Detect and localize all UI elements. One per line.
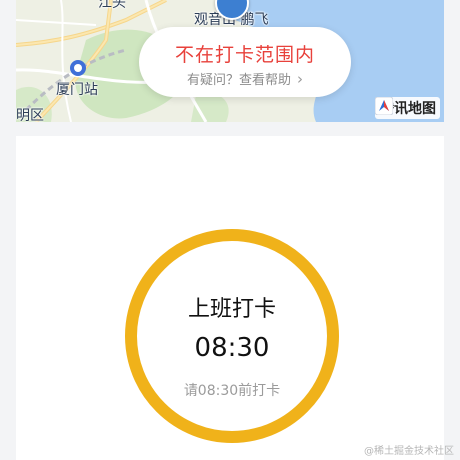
map-label-xiamen-station: 厦门站 [56, 82, 98, 98]
clock-in-button[interactable]: 上班打卡 08:30 请08:30前打卡 [125, 229, 339, 443]
watermark: @稀土掘金技术社区 [364, 446, 454, 457]
out-of-range-title: 不在打卡范围内 [174, 44, 315, 66]
help-link[interactable]: 有疑问？查看帮助 › [139, 69, 351, 88]
out-of-range-bubble[interactable]: 不在打卡范围内 有疑问？查看帮助 › [139, 27, 351, 97]
map-label-district: 思明区 [16, 108, 44, 122]
help-link-label: 有疑问？查看帮助 [186, 73, 291, 88]
chevron-right-icon: › [297, 70, 303, 88]
map-view[interactable]: 江头 厦门站 思明区 观音山 鹏飞 不在打卡范围内 有疑问？查看帮助› 腾讯地图 [16, 0, 444, 122]
map-label-jiangtou: 江头 [98, 0, 126, 11]
compass-icon [375, 97, 393, 115]
clock-in-title: 上班打卡 [187, 297, 276, 322]
clock-in-time: 08:30 [194, 333, 270, 363]
clock-in-card: 上班打卡 08:30 请08:30前打卡 [16, 136, 444, 460]
clock-in-hint: 请08:30前打卡 [183, 383, 281, 399]
tencent-map-logo: 腾讯地图 [375, 97, 440, 119]
